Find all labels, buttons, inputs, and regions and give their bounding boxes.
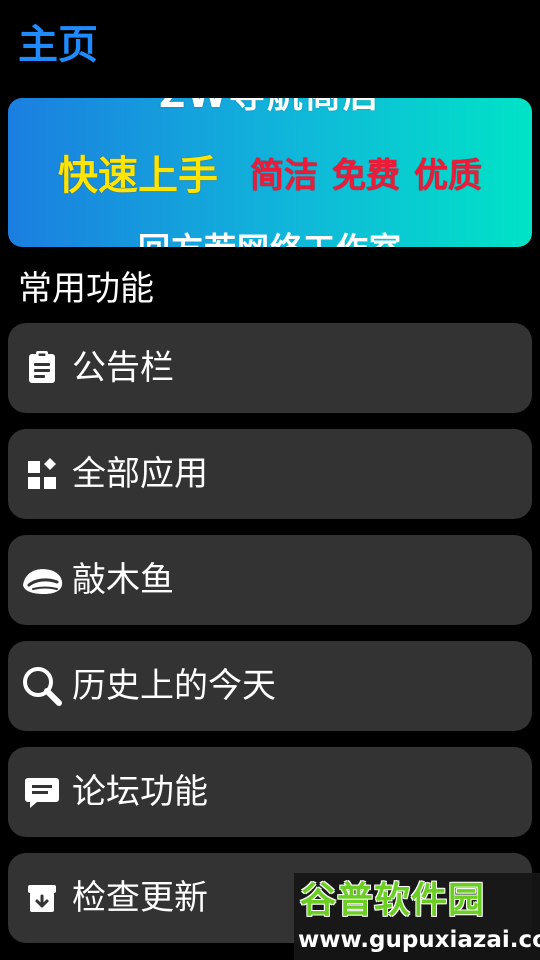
banner-tag-quality: 优质 bbox=[414, 156, 482, 196]
page-title: 主页 bbox=[18, 22, 98, 68]
menu-label: 全部应用 bbox=[72, 454, 208, 494]
menu-item-announcements[interactable]: 公告栏 bbox=[8, 323, 532, 413]
archive-download-icon bbox=[16, 872, 68, 924]
banner-tag-free: 免费 bbox=[332, 156, 400, 196]
menu-item-wooden-fish[interactable]: 敲木鱼 bbox=[8, 535, 532, 625]
menu-item-history-today[interactable]: 历史上的今天 bbox=[8, 641, 532, 731]
clipboard-icon bbox=[16, 342, 68, 394]
banner-middle-row: 快速上手 简洁 免费 优质 bbox=[8, 148, 532, 204]
menu-item-forum[interactable]: 论坛功能 bbox=[8, 747, 532, 837]
wooden-fish-icon bbox=[16, 554, 68, 606]
menu-item-all-apps[interactable]: 全部应用 bbox=[8, 429, 532, 519]
chat-icon bbox=[16, 766, 68, 818]
menu-label: 论坛功能 bbox=[72, 772, 208, 812]
menu-label: 敲木鱼 bbox=[72, 560, 174, 600]
watermark-title: 谷普软件园 bbox=[300, 880, 486, 921]
menu-label: 公告栏 bbox=[72, 348, 174, 388]
banner-main-text: 快速上手 bbox=[58, 153, 218, 199]
widgets-icon bbox=[16, 448, 68, 500]
banner-top-text: ZW导航商店 bbox=[8, 98, 532, 118]
banner-tag-simple: 简洁 bbox=[250, 156, 318, 196]
menu-label: 检查更新 bbox=[72, 878, 208, 918]
feature-menu: 公告栏 全部应用 敲木鱼 历史上的今天 论坛功能 检查更新 bbox=[8, 323, 532, 959]
banner-bottom-text: 回方若网络工作室 bbox=[8, 227, 532, 247]
search-icon bbox=[16, 660, 68, 712]
section-title: 常用功能 bbox=[18, 269, 154, 309]
promo-banner[interactable]: ZW导航商店 快速上手 简洁 免费 优质 回方若网络工作室 bbox=[8, 98, 532, 247]
site-watermark: 谷普软件园 www.gupuxiazai.com bbox=[294, 873, 540, 960]
watermark-url: www.gupuxiazai.com bbox=[298, 927, 540, 953]
menu-label: 历史上的今天 bbox=[72, 666, 276, 706]
